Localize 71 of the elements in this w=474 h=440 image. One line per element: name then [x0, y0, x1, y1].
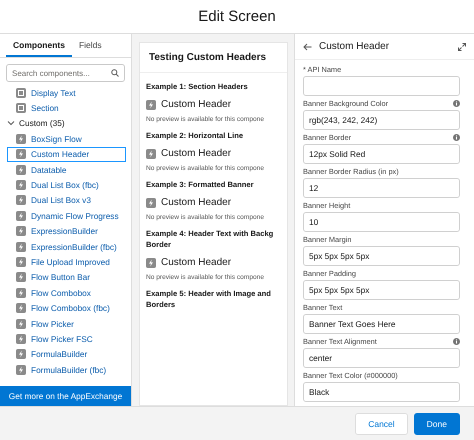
component-label: Custom Header — [161, 197, 232, 208]
text-input-field[interactable]: 5px 5px 5px 5px — [303, 246, 460, 266]
component-list-item[interactable]: Dual List Box (fbc) — [7, 177, 126, 193]
text-block-icon — [16, 103, 26, 114]
component-list-item[interactable]: BoxSign Flow — [7, 131, 126, 147]
lightning-bolt-icon — [16, 364, 26, 375]
lightning-bolt-icon — [16, 210, 26, 221]
component-list-item[interactable]: Flow Picker FSC — [7, 331, 126, 347]
category-toggle[interactable]: Custom (35) — [7, 116, 126, 132]
lightning-bolt-icon — [16, 226, 26, 236]
lightning-bolt-icon — [16, 149, 26, 160]
panel-tab[interactable]: Fields — [72, 34, 109, 57]
text-input-field[interactable]: center — [303, 348, 460, 368]
lightning-bolt-icon — [146, 258, 156, 268]
lightning-bolt-icon — [16, 134, 26, 144]
lightning-bolt-icon — [146, 198, 156, 208]
component-list-item[interactable]: File Upload Improved — [7, 254, 126, 270]
component-list-item[interactable]: ExpressionBuilder — [7, 224, 126, 239]
text-input-field[interactable] — [303, 76, 460, 96]
component-list-item[interactable]: Flow Combobox (fbc) — [7, 300, 126, 316]
text-input-field[interactable]: 12px Solid Red — [303, 144, 460, 164]
lightning-bolt-icon — [16, 288, 26, 298]
expand-icon[interactable] — [458, 42, 466, 50]
chevron-icon — [7, 119, 15, 128]
component-list-item[interactable]: Datatable — [7, 162, 126, 178]
component-list-item[interactable]: Custom Header — [7, 146, 126, 162]
component-list-item[interactable]: FormulaBuilder — [7, 346, 126, 362]
component-list-item[interactable]: FormulaBuilder (fbc) — [7, 362, 126, 378]
component-label: Custom Header — [161, 99, 232, 110]
lightning-bolt-icon — [16, 272, 26, 282]
lightning-bolt-icon — [16, 303, 26, 314]
component-label: Custom Header — [161, 257, 232, 268]
lightning-bolt-icon — [146, 100, 156, 110]
component-list-item[interactable]: Flow Picker — [7, 316, 126, 332]
cancel-button[interactable]: Cancel — [355, 412, 408, 434]
info-icon[interactable] — [453, 100, 460, 107]
text-input-field[interactable]: Banner Text Goes Here — [303, 314, 460, 334]
lightning-bolt-icon — [16, 334, 26, 344]
info-icon[interactable] — [453, 134, 460, 141]
lightning-bolt-icon — [146, 148, 156, 158]
back-arrow-icon[interactable] — [303, 42, 312, 50]
text-input-field[interactable]: rgb(243, 242, 242) — [303, 110, 460, 130]
component-list-item[interactable]: Flow Combobox — [7, 285, 126, 300]
text-input-field[interactable]: Black — [303, 382, 460, 402]
search-field[interactable]: Search components... — [6, 64, 125, 82]
lightning-bolt-icon — [16, 164, 26, 175]
lightning-bolt-icon — [16, 318, 26, 329]
component-list-item[interactable]: Dual List Box v3 — [7, 192, 126, 208]
component-list-item[interactable]: Flow Button Bar — [7, 270, 126, 286]
window-title: Edit Screen — [198, 8, 276, 25]
lightning-bolt-icon — [16, 242, 26, 252]
lightning-bolt-icon — [16, 180, 26, 190]
text-input-field[interactable]: 12 — [303, 178, 460, 198]
text-input-field[interactable]: 5px 5px 5px 5px — [303, 280, 460, 300]
text-input-field[interactable]: 10 — [303, 212, 460, 232]
component-list-item[interactable]: Section — [7, 100, 126, 116]
info-icon[interactable] — [453, 338, 460, 345]
screen-title: Testing Custom Headers — [140, 43, 287, 73]
lightning-bolt-icon — [16, 349, 26, 360]
lightning-bolt-icon — [16, 195, 26, 206]
lightning-bolt-icon — [16, 256, 26, 267]
done-button[interactable]: Done — [414, 412, 460, 434]
text-block-icon — [16, 88, 26, 98]
search-icon — [111, 69, 119, 77]
appexchange-link[interactable]: Get more on the AppExchange — [0, 386, 131, 406]
panel-title: Custom Header — [319, 41, 390, 52]
panel-tab[interactable]: Components — [6, 34, 72, 57]
component-list-item[interactable]: Display Text — [7, 85, 126, 100]
component-list-item[interactable]: Dynamic Flow Progress — [7, 208, 126, 224]
component-label: Custom Header — [161, 148, 232, 159]
component-list-item[interactable]: ExpressionBuilder (fbc) — [7, 238, 126, 254]
